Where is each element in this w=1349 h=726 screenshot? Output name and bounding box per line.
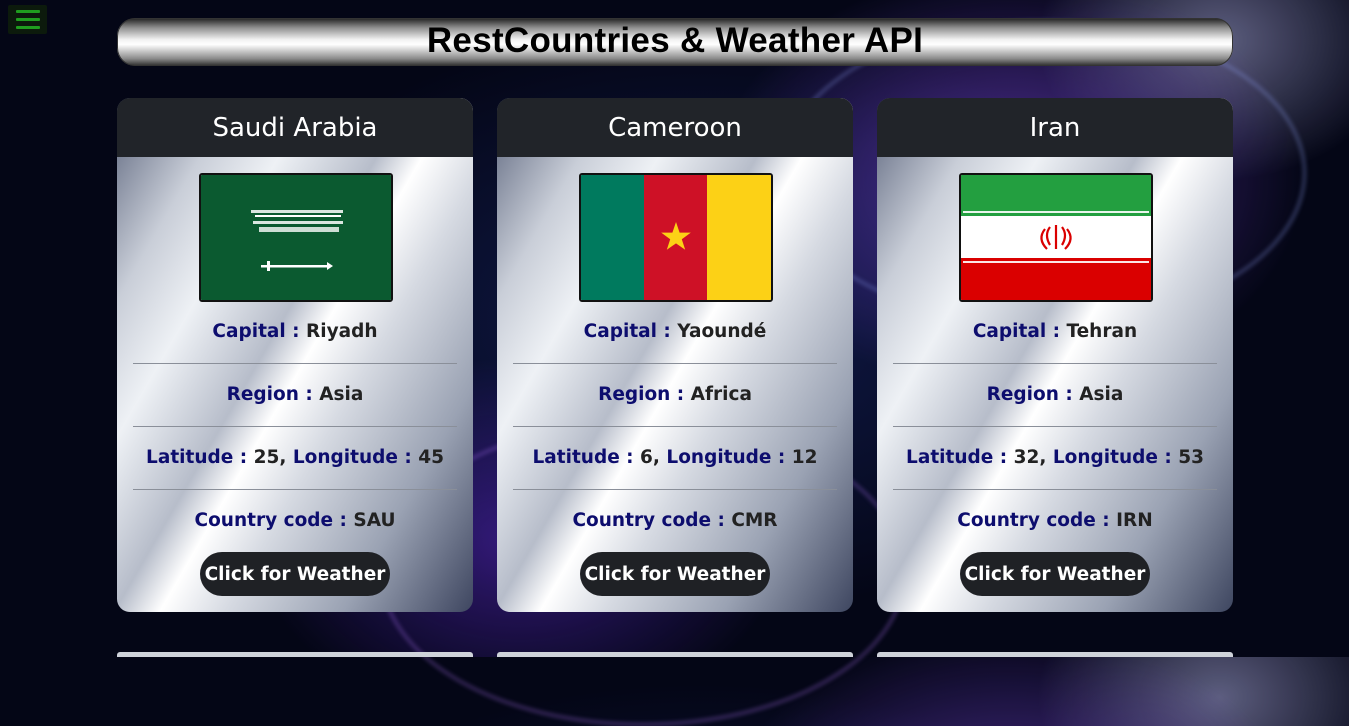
capital-value: Riyadh	[306, 321, 378, 342]
coordinates-row: Latitude : 6, Longitude : 12	[513, 447, 837, 468]
hamburger-menu-icon[interactable]	[8, 5, 47, 34]
region-value: Asia	[1079, 384, 1124, 405]
longitude-label: Longitude :	[1052, 447, 1172, 468]
country-name: Iran	[877, 98, 1233, 157]
country-name: Cameroon	[497, 98, 853, 157]
longitude-value: 12	[791, 447, 818, 468]
divider	[513, 426, 837, 427]
latitude-label: Latitude :	[146, 447, 248, 468]
latitude-value: 32,	[1013, 447, 1047, 468]
capital-row: Capital : Yaoundé	[513, 321, 837, 342]
divider	[133, 363, 457, 364]
region-label: Region :	[226, 384, 313, 405]
latitude-value: 6,	[640, 447, 660, 468]
menu-bar	[15, 10, 40, 13]
region-row: Region : Africa	[513, 384, 837, 405]
divider	[893, 363, 1217, 364]
region-row: Region : Asia	[133, 384, 457, 405]
region-label: Region :	[986, 384, 1073, 405]
divider	[133, 489, 457, 490]
iran-flag-image	[959, 173, 1153, 302]
country-card-iran: Iran Capital : Tehran Region : Asia Lati…	[877, 98, 1233, 612]
country-code-label: Country code :	[194, 510, 347, 531]
country-card-cameroon: Cameroon Capital : Yaoundé Region : Afri…	[497, 98, 853, 612]
country-name: Saudi Arabia	[117, 98, 473, 157]
next-card-edge	[497, 652, 853, 657]
coordinates-row: Latitude : 32, Longitude : 53	[893, 447, 1217, 468]
divider	[893, 489, 1217, 490]
region-value: Africa	[690, 384, 752, 405]
country-code-label: Country code :	[957, 510, 1110, 531]
capital-value: Yaoundé	[677, 321, 767, 342]
region-row: Region : Asia	[893, 384, 1217, 405]
latitude-label: Latitude :	[906, 447, 1008, 468]
divider	[893, 426, 1217, 427]
capital-label: Capital :	[583, 321, 671, 342]
divider	[133, 426, 457, 427]
country-code-row: Country code : CMR	[513, 510, 837, 531]
country-code-row: Country code : IRN	[893, 510, 1217, 531]
divider	[513, 489, 837, 490]
region-label: Region :	[598, 384, 685, 405]
capital-value: Tehran	[1066, 321, 1138, 342]
latitude-value: 25,	[253, 447, 287, 468]
weather-button[interactable]: Click for Weather	[580, 552, 770, 596]
coordinates-row: Latitude : 25, Longitude : 45	[133, 447, 457, 468]
latitude-label: Latitude :	[532, 447, 634, 468]
menu-bar	[15, 18, 40, 21]
region-value: Asia	[319, 384, 364, 405]
country-card-saudi-arabia: Saudi Arabia Capital : Riyadh Region : A…	[117, 98, 473, 612]
next-card-edge	[877, 652, 1233, 657]
capital-row: Capital : Riyadh	[133, 321, 457, 342]
longitude-label: Longitude :	[292, 447, 412, 468]
country-code-value: IRN	[1116, 510, 1153, 531]
capital-label: Capital :	[972, 321, 1061, 342]
country-code-label: Country code :	[572, 510, 725, 531]
longitude-label: Longitude :	[666, 447, 786, 468]
next-card-edge	[117, 652, 473, 657]
country-code-value: CMR	[731, 510, 778, 531]
cameroon-flag-image	[579, 173, 773, 302]
capital-label: Capital :	[212, 321, 300, 342]
menu-bar	[15, 26, 40, 29]
page-header: RestCountries & Weather API	[117, 18, 1233, 66]
country-code-row: Country code : SAU	[133, 510, 457, 531]
divider	[513, 363, 837, 364]
page-title: RestCountries & Weather API	[426, 21, 924, 60]
country-code-value: SAU	[353, 510, 396, 531]
longitude-value: 53	[1178, 447, 1204, 468]
saudi-arabia-flag-image	[199, 173, 393, 302]
weather-button[interactable]: Click for Weather	[200, 552, 390, 596]
capital-row: Capital : Tehran	[893, 321, 1217, 342]
weather-button[interactable]: Click for Weather	[960, 552, 1150, 596]
longitude-value: 45	[418, 447, 444, 468]
